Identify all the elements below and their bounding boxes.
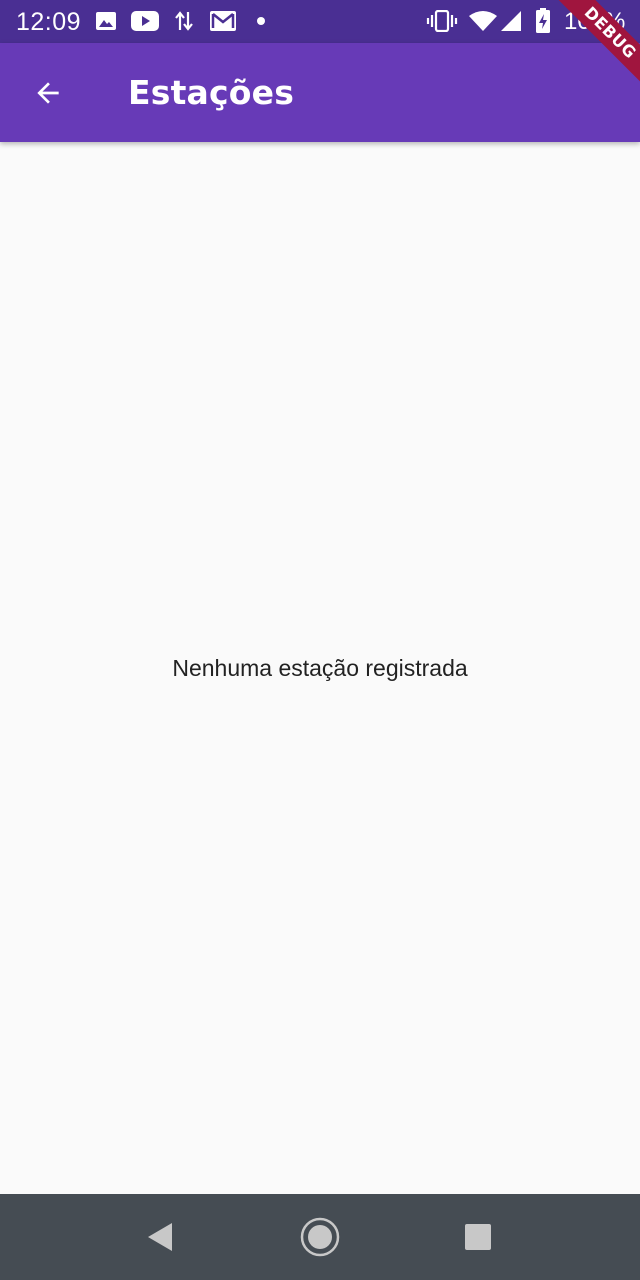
wifi-icon bbox=[469, 11, 497, 31]
signal-icon bbox=[501, 11, 521, 31]
notification-dot-icon bbox=[257, 17, 265, 25]
vibrate-icon bbox=[426, 10, 458, 32]
battery-charging-icon bbox=[536, 8, 550, 33]
status-bar: 12:09 100% bbox=[0, 0, 640, 43]
youtube-icon bbox=[131, 11, 159, 31]
system-nav-bar bbox=[0, 1194, 640, 1280]
home-circle-icon[interactable] bbox=[298, 1215, 342, 1259]
status-time: 12:09 bbox=[16, 8, 82, 36]
recents-square-icon[interactable] bbox=[456, 1215, 500, 1259]
gmail-icon bbox=[210, 11, 236, 31]
back-triangle-icon[interactable] bbox=[138, 1215, 182, 1259]
arrow-back-icon bbox=[37, 82, 59, 104]
main-content: Nenhuma estação registrada bbox=[0, 142, 640, 1194]
data-transfer-icon bbox=[175, 11, 193, 31]
back-button[interactable] bbox=[20, 65, 76, 121]
app-bar: Estações bbox=[0, 43, 640, 142]
empty-state-message: Nenhuma estação registrada bbox=[172, 655, 468, 681]
image-icon bbox=[96, 12, 116, 30]
page-title: Estações bbox=[128, 73, 295, 112]
